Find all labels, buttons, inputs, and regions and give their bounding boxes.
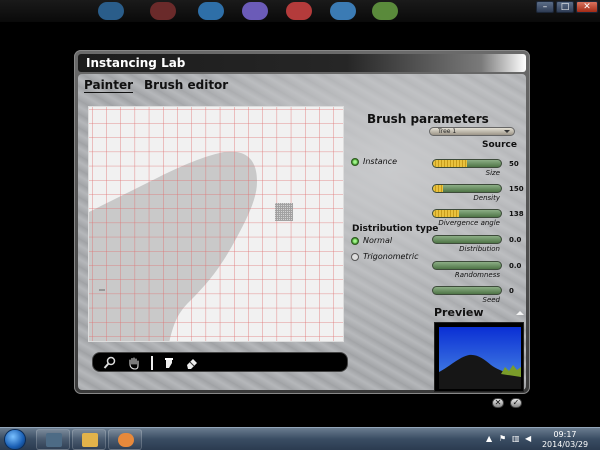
title-bar[interactable]: Instancing Lab: [78, 54, 526, 72]
start-button[interactable]: [4, 429, 26, 450]
tree-select-dropdown[interactable]: Tree 1: [429, 127, 515, 136]
chevron-down-icon: [504, 130, 510, 133]
desktop-app-icon[interactable]: [198, 2, 224, 20]
system-tray: ▲ ⚑ ▥ ◀ 09:17 2014/03/29: [486, 428, 596, 450]
eraser-icon[interactable]: [185, 356, 199, 370]
randomness-label: Randomness: [454, 271, 500, 279]
zoom-icon[interactable]: [103, 356, 117, 370]
density-slider[interactable]: [432, 184, 502, 193]
density-label: Density: [473, 194, 500, 202]
trigonometric-radio[interactable]: [351, 253, 359, 261]
taskbar-app-lab[interactable]: [36, 429, 70, 450]
desktop-app-icon[interactable]: [150, 2, 176, 20]
minimize-button[interactable]: –: [536, 1, 554, 13]
divergence-angle-slider[interactable]: [432, 209, 502, 218]
preview-viewport[interactable]: [434, 322, 524, 392]
network-icon[interactable]: ▥: [512, 434, 520, 443]
brush-paint-icon[interactable]: [163, 356, 177, 370]
randomness-value: 0.0: [509, 262, 522, 270]
desktop-top-strip: – □ ✕: [0, 0, 600, 22]
app-icon: [46, 433, 62, 447]
maximize-button[interactable]: □: [556, 1, 574, 13]
preview-title: Preview: [434, 306, 484, 319]
volume-icon[interactable]: ◀: [525, 434, 531, 443]
normal-radio[interactable]: [351, 237, 359, 245]
paint-canvas-drawing: [89, 107, 343, 341]
tree-select-value: Tree 1: [438, 128, 457, 135]
source-label: Source: [482, 140, 517, 150]
window-controls: – □ ✕: [536, 1, 598, 13]
taskbar: ▲ ⚑ ▥ ◀ 09:17 2014/03/29: [0, 427, 600, 450]
desktop-app-icon[interactable]: [330, 2, 356, 20]
toolbar-divider: [151, 356, 153, 370]
close-button[interactable]: ✕: [576, 1, 598, 13]
normal-label: Normal: [363, 236, 393, 245]
seed-slider[interactable]: [432, 286, 502, 295]
tab-painter[interactable]: Painter: [84, 78, 134, 93]
trigonometric-label: Trigonometric: [363, 252, 419, 261]
divergence-angle-value: 138: [509, 210, 524, 218]
folder-icon: [82, 433, 98, 447]
media-player-icon: [118, 433, 134, 447]
desktop-app-icon[interactable]: [242, 2, 268, 20]
painter-toolbar: [92, 352, 348, 372]
distribution-label: Distribution: [459, 245, 500, 253]
taskbar-app-player[interactable]: [108, 429, 142, 450]
density-slider-fill: [433, 185, 444, 192]
window-title: Instancing Lab: [86, 56, 186, 70]
seed-label: Seed: [482, 296, 501, 304]
brush-cursor: [275, 203, 293, 221]
desktop-app-icon[interactable]: [98, 2, 124, 20]
confirm-check-icon[interactable]: ✓: [510, 398, 522, 408]
flag-icon[interactable]: ⚑: [499, 434, 506, 443]
preview-render: [439, 327, 521, 389]
size-slider[interactable]: [432, 159, 502, 168]
lab-content: Painter Brush editor Brush parameters Tr…: [78, 74, 526, 408]
instance-radio[interactable]: [351, 158, 359, 166]
divergence-angle-slider-fill: [433, 210, 459, 217]
seed-value: 0: [509, 287, 514, 295]
divergence-angle-label: Divergence angle: [438, 219, 500, 227]
desktop-screen: – □ ✕ Instancing Lab Painter Brush edito…: [0, 0, 600, 450]
size-label: Size: [485, 169, 500, 177]
clock-time[interactable]: 09:17: [541, 430, 589, 439]
distribution-slider[interactable]: [432, 235, 502, 244]
chevron-up-icon[interactable]: ▲: [486, 434, 492, 443]
tab-brush-editor[interactable]: Brush editor: [144, 78, 228, 92]
collapse-up-icon[interactable]: [516, 311, 524, 315]
brush-parameters-title: Brush parameters: [367, 112, 489, 126]
clock-date[interactable]: 2014/03/29: [537, 440, 593, 449]
pan-hand-icon[interactable]: [127, 356, 141, 370]
randomness-slider[interactable]: [432, 261, 502, 270]
density-value: 150: [509, 185, 524, 193]
desktop-app-icon[interactable]: [372, 2, 398, 20]
instancing-lab-window: Instancing Lab Painter Brush editor Brus…: [74, 50, 530, 408]
instance-label: Instance: [363, 157, 398, 166]
paint-canvas[interactable]: [88, 106, 344, 342]
size-value: 50: [509, 160, 519, 168]
cancel-icon[interactable]: ✕: [492, 398, 504, 408]
taskbar-app-explorer[interactable]: [72, 429, 106, 450]
desktop-app-icon[interactable]: [286, 2, 312, 20]
size-slider-fill: [433, 160, 467, 167]
distribution-value: 0.0: [509, 236, 522, 244]
